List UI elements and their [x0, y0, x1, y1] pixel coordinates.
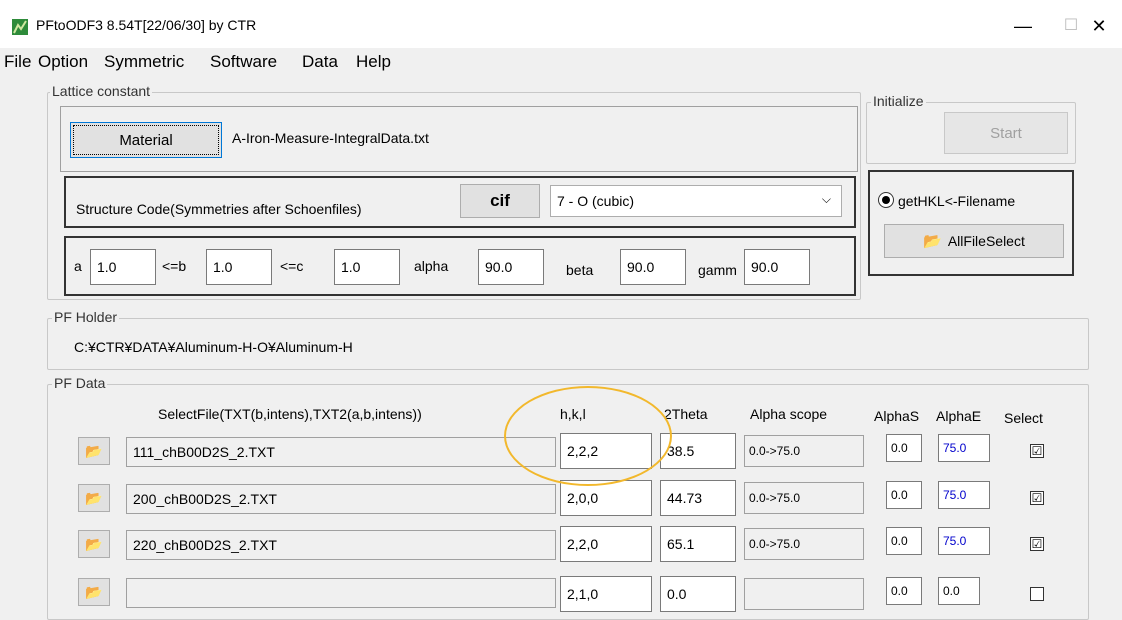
- row4-alphaS-input[interactable]: 0.0: [886, 577, 922, 605]
- cif-button[interactable]: cif: [460, 184, 540, 218]
- row3-alphaS-input[interactable]: 0.0: [886, 527, 922, 555]
- row2-select-checkbox[interactable]: ☑: [1030, 491, 1044, 505]
- row3-alpha-scope: 0.0->75.0: [744, 528, 864, 560]
- row1-open-button[interactable]: 📂: [78, 437, 110, 465]
- row4-file: [126, 578, 556, 608]
- row1-alphaE-input[interactable]: 75.0: [938, 434, 990, 462]
- menu-data[interactable]: Data: [302, 52, 338, 72]
- header-alphaS: AlphaS: [874, 408, 920, 424]
- row2-alpha-scope: 0.0->75.0: [744, 482, 864, 514]
- filename-radio[interactable]: [878, 192, 894, 208]
- row4-hkl-input[interactable]: 2,1,0: [560, 576, 652, 612]
- header-select: Select: [1004, 410, 1043, 426]
- row1-alphaS-input[interactable]: 0.0: [886, 434, 922, 462]
- initialize-label: Initialize: [871, 93, 926, 109]
- c-label: <=c: [280, 258, 304, 274]
- alpha-label: alpha: [414, 258, 449, 274]
- b-label: <=b: [162, 258, 187, 274]
- row4-select-checkbox[interactable]: [1030, 587, 1044, 601]
- row2-hkl-input[interactable]: 2,0,0: [560, 480, 652, 516]
- row2-open-button[interactable]: 📂: [78, 484, 110, 512]
- beta-label: beta: [566, 262, 594, 278]
- app-icon: [12, 19, 28, 35]
- row4-2theta-input[interactable]: 0.0: [660, 576, 736, 612]
- menu-option[interactable]: Option: [38, 52, 88, 72]
- row2-alphaE-input[interactable]: 75.0: [938, 481, 990, 509]
- gamma-label: gamm: [698, 262, 737, 278]
- header-alphaE: AlphaE: [936, 408, 982, 424]
- folder-open-icon: 📂: [923, 233, 942, 250]
- menu-software[interactable]: Software: [210, 52, 277, 72]
- folder-open-icon: 📂: [85, 442, 103, 459]
- minimize-button[interactable]: —: [1000, 10, 1046, 42]
- a-label: a: [74, 258, 82, 274]
- row4-alphaE-input[interactable]: 0.0: [938, 577, 980, 605]
- pf-data-label: PF Data: [52, 375, 108, 391]
- header-alpha-scope: Alpha scope: [750, 406, 828, 422]
- row3-file: 220_chB00D2S_2.TXT: [126, 530, 556, 560]
- window-title: PFtoODF3 8.54T[22/06/30] by CTR: [36, 17, 257, 33]
- header-selectfile: SelectFile(TXT(b,intens),TXT2(a,b,intens…: [158, 406, 422, 422]
- folder-open-icon: 📂: [85, 583, 103, 600]
- structure-code-select[interactable]: 7 - O (cubic) ⌵: [550, 185, 842, 217]
- highlight-ellipse: [504, 386, 672, 486]
- pf-holder-label: PF Holder: [52, 309, 120, 325]
- beta-input[interactable]: 90.0: [620, 249, 686, 285]
- allfileselect-label: AllFileSelect: [947, 233, 1025, 249]
- row3-select-checkbox[interactable]: ☑: [1030, 537, 1044, 551]
- menu-file[interactable]: File: [4, 52, 31, 72]
- folder-open-icon: 📂: [85, 489, 103, 506]
- row4-open-button[interactable]: 📂: [78, 578, 110, 606]
- row3-2theta-input[interactable]: 65.1: [660, 526, 736, 562]
- menu-help[interactable]: Help: [356, 52, 391, 72]
- alpha-input[interactable]: 90.0: [478, 249, 544, 285]
- material-button[interactable]: Material: [70, 122, 222, 158]
- start-button[interactable]: Start: [944, 112, 1068, 154]
- row1-alpha-scope: 0.0->75.0: [744, 435, 864, 467]
- c-input[interactable]: 1.0: [334, 249, 400, 285]
- material-filename: A-Iron-Measure-IntegralData.txt: [232, 130, 429, 146]
- row4-alpha-scope: [744, 578, 864, 610]
- row3-hkl-input[interactable]: 2,2,0: [560, 526, 652, 562]
- row1-select-checkbox[interactable]: ☑: [1030, 444, 1044, 458]
- radio-dot: [882, 196, 890, 204]
- row2-alphaS-input[interactable]: 0.0: [886, 481, 922, 509]
- folder-open-icon: 📂: [85, 535, 103, 552]
- row2-2theta-input[interactable]: 44.73: [660, 480, 736, 516]
- row1-file: 111_chB00D2S_2.TXT: [126, 437, 556, 467]
- gamma-input[interactable]: 90.0: [744, 249, 810, 285]
- chevron-down-icon: ⌵: [821, 192, 831, 206]
- menu-bar: File Option Symmetric Software Data Help: [0, 48, 1122, 76]
- a-input[interactable]: 1.0: [90, 249, 156, 285]
- pf-holder-path: C:¥CTR¥DATA¥Aluminum-H-O¥Aluminum-H: [74, 339, 353, 355]
- b-input[interactable]: 1.0: [206, 249, 272, 285]
- structure-code-value: 7 - O (cubic): [557, 193, 635, 209]
- row3-open-button[interactable]: 📂: [78, 530, 110, 558]
- menu-symmetric[interactable]: Symmetric: [104, 52, 184, 72]
- row2-file: 200_chB00D2S_2.TXT: [126, 484, 556, 514]
- filename-radio-label: getHKL<-Filename: [898, 193, 1016, 209]
- structure-code-label: Structure Code(Symmetries after Schoenfi…: [76, 201, 362, 217]
- lattice-constant-label: Lattice constant: [50, 83, 153, 99]
- hkl-box: [868, 170, 1074, 276]
- close-button[interactable]: ✕: [1076, 10, 1122, 42]
- header-2theta: 2Theta: [664, 406, 708, 422]
- allfileselect-button[interactable]: 📂 AllFileSelect: [884, 224, 1064, 258]
- title-bar: PFtoODF3 8.54T[22/06/30] by CTR — ☐ ✕: [0, 0, 1122, 48]
- row3-alphaE-input[interactable]: 75.0: [938, 527, 990, 555]
